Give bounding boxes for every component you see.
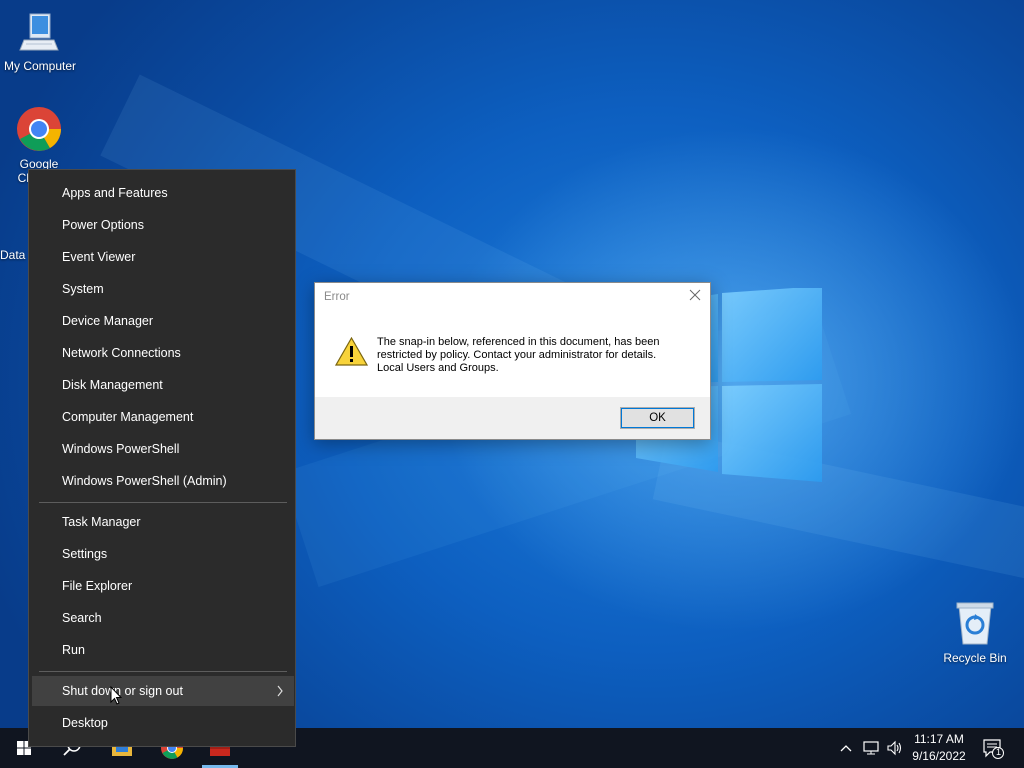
menu-item-event-viewer[interactable]: Event Viewer [29, 242, 295, 272]
mouse-cursor-icon [110, 686, 122, 705]
error-dialog: Error The snap-in below, referenced in t… [314, 282, 711, 440]
volume-icon[interactable] [886, 739, 904, 757]
menu-item-search[interactable]: Search [29, 603, 295, 633]
menu-item-disk-management[interactable]: Disk Management [29, 370, 295, 400]
close-icon[interactable] [688, 288, 702, 302]
menu-item-run[interactable]: Run [29, 635, 295, 665]
menu-item-computer-management[interactable]: Computer Management [29, 402, 295, 432]
menu-separator [39, 502, 287, 503]
desktop-icon-label: Recycle Bin [943, 651, 1007, 665]
dialog-title: Error [324, 291, 350, 303]
menu-item-task-manager[interactable]: Task Manager [29, 507, 295, 537]
warning-icon [335, 337, 368, 366]
menu-separator [39, 671, 287, 672]
dialog-message: The snap-in below, referenced in this do… [377, 336, 697, 375]
dialog-message-line: The snap-in below, referenced in this do… [377, 336, 660, 348]
dialog-message-line: restricted by policy. Contact your admin… [377, 349, 657, 361]
winx-context-menu: Apps and Features Power Options Event Vi… [28, 169, 296, 747]
menu-item-apps-and-features[interactable]: Apps and Features [29, 178, 295, 208]
menu-item-power-options[interactable]: Power Options [29, 210, 295, 240]
chrome-icon [17, 107, 61, 151]
menu-item-windows-powershell-admin[interactable]: Windows PowerShell (Admin) [29, 466, 295, 496]
desktop-icon-my-computer[interactable]: My Computer [0, 10, 82, 73]
ok-button[interactable]: OK [620, 407, 695, 429]
menu-item-file-explorer[interactable]: File Explorer [29, 571, 295, 601]
menu-item-desktop[interactable]: Desktop [29, 708, 295, 738]
desktop-icon-recycle-bin[interactable]: Recycle Bin [933, 600, 1017, 665]
desktop-icon-label: My Computer [3, 59, 77, 73]
menu-item-network-connections[interactable]: Network Connections [29, 338, 295, 368]
action-center-button[interactable]: 1 [982, 738, 1006, 760]
menu-item-windows-powershell[interactable]: Windows PowerShell [29, 434, 295, 464]
chevron-right-icon [277, 685, 283, 697]
menu-item-system[interactable]: System [29, 274, 295, 304]
menu-item-settings[interactable]: Settings [29, 539, 295, 569]
recycle-bin-icon [956, 602, 994, 645]
menu-item-label: Shut down or sign out [62, 684, 183, 698]
computer-icon [19, 13, 59, 51]
chevron-up-icon[interactable] [838, 740, 854, 756]
dialog-message-line: Local Users and Groups. [377, 362, 499, 374]
clock-time[interactable]: 11:17 AM [906, 732, 972, 746]
notification-icon [983, 739, 1004, 759]
dialog-footer: OK [315, 397, 710, 439]
menu-item-shut-down-or-sign-out[interactable]: Shut down or sign out [32, 676, 294, 706]
menu-item-device-manager[interactable]: Device Manager [29, 306, 295, 336]
network-icon[interactable] [862, 739, 880, 757]
notification-count: 1 [995, 747, 1001, 757]
clock-date[interactable]: 9/16/2022 [906, 749, 972, 763]
